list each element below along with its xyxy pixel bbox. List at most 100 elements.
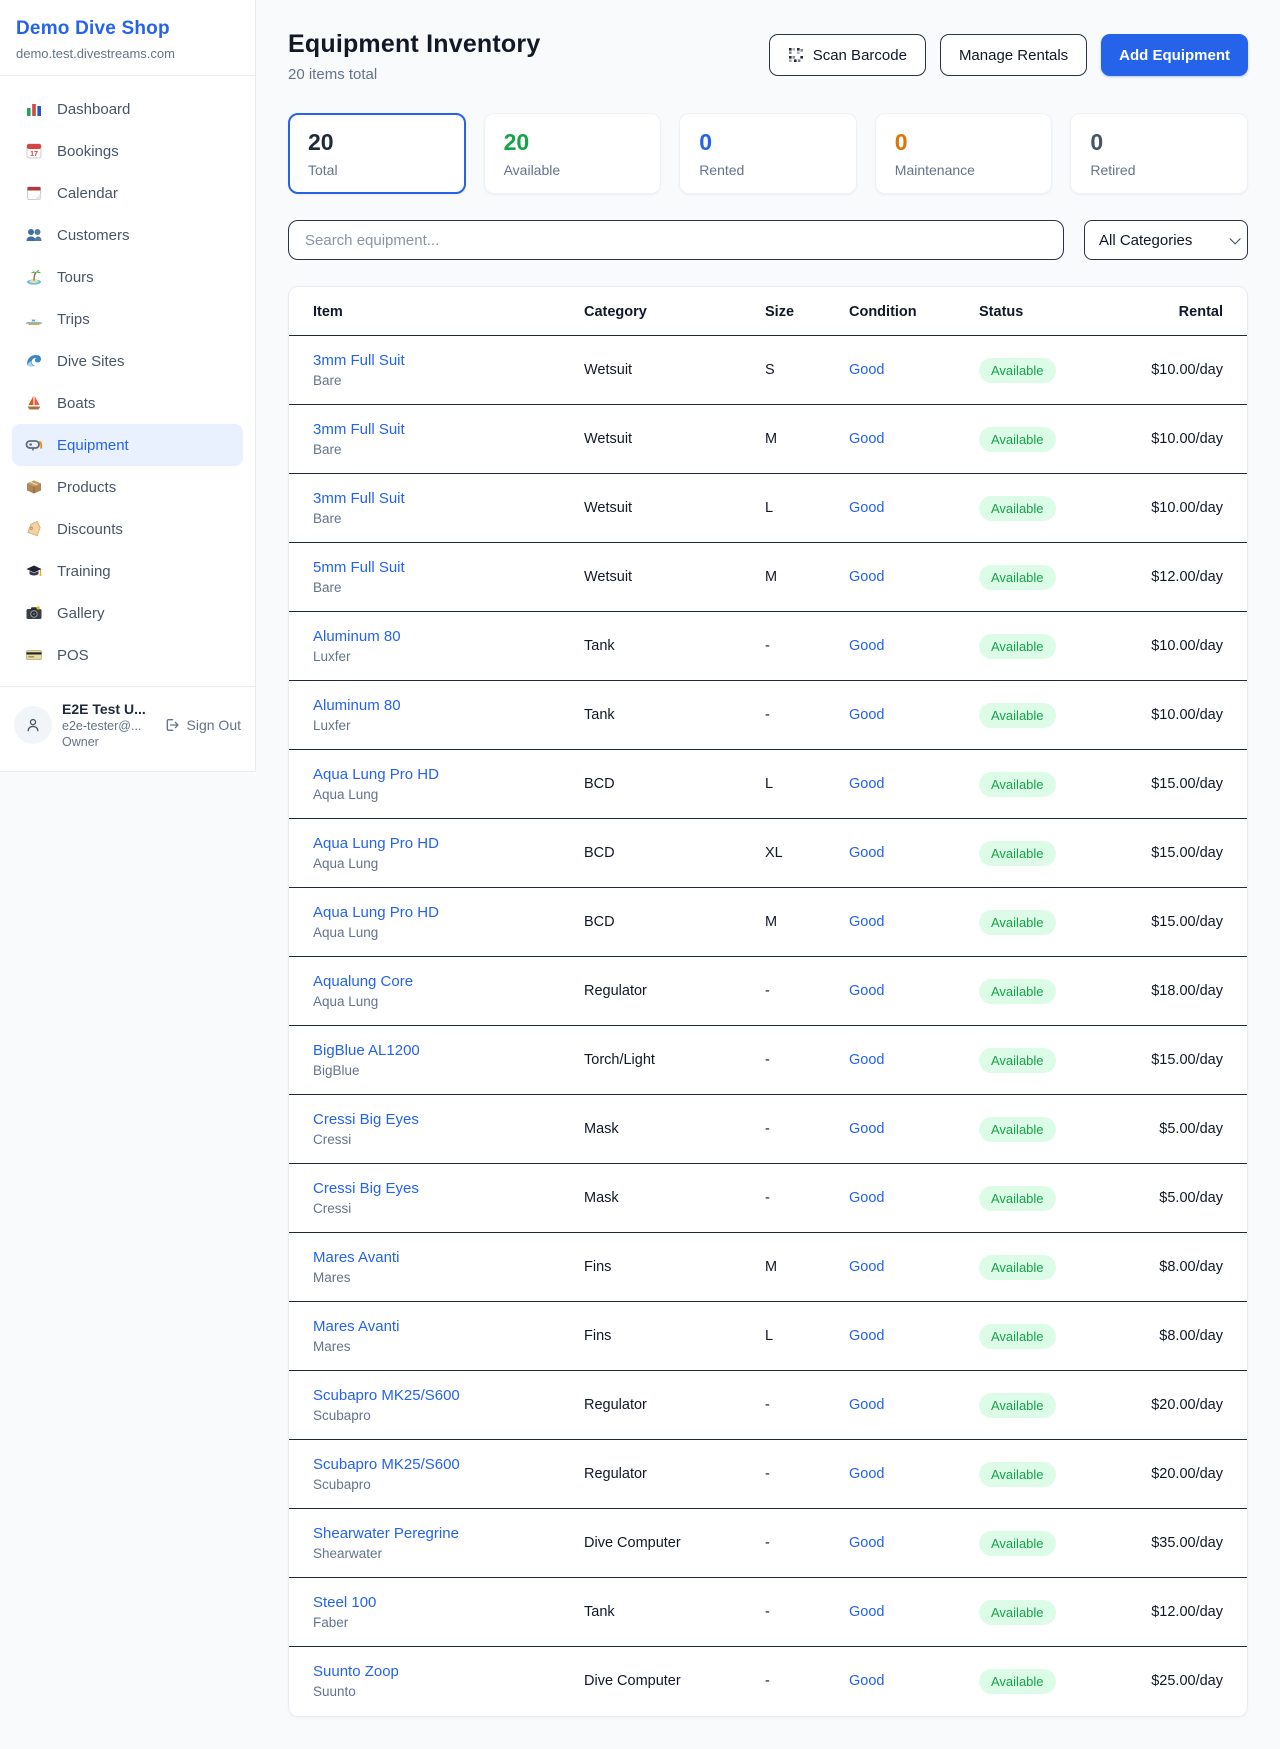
people-icon: [24, 225, 44, 245]
status-badge: Available: [979, 1462, 1056, 1487]
item-condition-link[interactable]: Good: [849, 569, 884, 585]
sidebar-item-dashboard[interactable]: Dashboard: [12, 88, 243, 130]
sidebar-item-equipment[interactable]: Equipment: [12, 424, 243, 466]
item-name-link[interactable]: 3mm Full Suit: [313, 490, 584, 507]
item-condition-link[interactable]: Good: [849, 983, 884, 999]
item-condition-link[interactable]: Good: [849, 1397, 884, 1413]
item-condition-link[interactable]: Good: [849, 845, 884, 861]
add-equipment-label: Add Equipment: [1119, 47, 1230, 64]
item-name-link[interactable]: Mares Avanti: [313, 1318, 584, 1335]
item-rental-rate: $8.00/day: [1129, 1302, 1247, 1371]
item-condition-link[interactable]: Good: [849, 362, 884, 378]
item-name-link[interactable]: Mares Avanti: [313, 1249, 584, 1266]
item-name-link[interactable]: 3mm Full Suit: [313, 421, 584, 438]
column-header-category: Category: [584, 287, 765, 336]
table-row: Aqualung Core Aqua Lung Regulator - Good…: [289, 957, 1247, 1026]
item-name-link[interactable]: Shearwater Peregrine: [313, 1525, 584, 1542]
sidebar-item-gallery[interactable]: Gallery: [12, 592, 243, 634]
item-condition-link[interactable]: Good: [849, 1052, 884, 1068]
sidebar-item-dive-sites[interactable]: Dive Sites: [12, 340, 243, 382]
item-name-link[interactable]: Suunto Zoop: [313, 1663, 584, 1680]
user-email: e2e-tester@...: [62, 719, 154, 733]
table-row: 3mm Full Suit Bare Wetsuit L Good Availa…: [289, 474, 1247, 543]
sidebar-item-pos[interactable]: POS: [12, 634, 243, 676]
stat-card-retired[interactable]: 0 Retired: [1070, 113, 1248, 194]
sign-out-button[interactable]: Sign Out: [164, 717, 241, 733]
item-name-link[interactable]: Cressi Big Eyes: [313, 1180, 584, 1197]
item-size: -: [765, 1509, 849, 1578]
item-condition-link[interactable]: Good: [849, 707, 884, 723]
item-condition-link[interactable]: Good: [849, 1328, 884, 1344]
table-header-row: Item Category Size Condition Status Rent…: [289, 287, 1247, 336]
item-name-link[interactable]: 5mm Full Suit: [313, 559, 584, 576]
item-name-link[interactable]: Aqualung Core: [313, 973, 584, 990]
sidebar-item-bookings[interactable]: 17 Bookings: [12, 130, 243, 172]
item-condition-link[interactable]: Good: [849, 1466, 884, 1482]
item-category: Tank: [584, 681, 765, 750]
add-equipment-button[interactable]: Add Equipment: [1101, 34, 1248, 76]
brand[interactable]: Demo Dive Shop demo.test.divestreams.com: [0, 0, 255, 75]
item-condition-link[interactable]: Good: [849, 638, 884, 654]
item-brand: Scubapro: [313, 1408, 584, 1423]
item-condition-link[interactable]: Good: [849, 914, 884, 930]
stat-card-available[interactable]: 20 Available: [484, 113, 662, 194]
sidebar-item-customers[interactable]: Customers: [12, 214, 243, 256]
user-name: E2E Test U...: [62, 701, 154, 717]
sidebar-item-trips[interactable]: Trips: [12, 298, 243, 340]
item-condition-link[interactable]: Good: [849, 1673, 884, 1689]
item-condition-link[interactable]: Good: [849, 431, 884, 447]
item-category: Tank: [584, 612, 765, 681]
item-condition-link[interactable]: Good: [849, 776, 884, 792]
sidebar-item-tours[interactable]: Tours: [12, 256, 243, 298]
item-name-link[interactable]: 3mm Full Suit: [313, 352, 584, 369]
status-badge: Available: [979, 910, 1056, 935]
item-condition-link[interactable]: Good: [849, 1535, 884, 1551]
item-name-link[interactable]: Aluminum 80: [313, 697, 584, 714]
item-size: -: [765, 1164, 849, 1233]
sidebar-item-products[interactable]: Products: [12, 466, 243, 508]
item-brand: Bare: [313, 580, 584, 595]
table-row: Suunto Zoop Suunto Dive Computer - Good …: [289, 1647, 1247, 1716]
item-condition-link[interactable]: Good: [849, 1121, 884, 1137]
item-category: Wetsuit: [584, 336, 765, 405]
search-input[interactable]: [288, 220, 1064, 260]
item-condition-link[interactable]: Good: [849, 1604, 884, 1620]
stat-card-total[interactable]: 20 Total: [288, 113, 466, 194]
item-category: Dive Computer: [584, 1647, 765, 1716]
stat-card-maintenance[interactable]: 0 Maintenance: [875, 113, 1053, 194]
item-name-link[interactable]: Aqua Lung Pro HD: [313, 904, 584, 921]
category-select[interactable]: All Categories: [1084, 220, 1248, 260]
item-name-link[interactable]: Cressi Big Eyes: [313, 1111, 584, 1128]
item-category: Dive Computer: [584, 1509, 765, 1578]
item-name-link[interactable]: Aluminum 80: [313, 628, 584, 645]
item-rental-rate: $20.00/day: [1129, 1371, 1247, 1440]
table-row: Scubapro MK25/S600 Scubapro Regulator - …: [289, 1371, 1247, 1440]
stat-value: 0: [895, 129, 1033, 156]
scan-barcode-label: Scan Barcode: [813, 47, 907, 64]
brand-name[interactable]: Demo Dive Shop: [16, 18, 239, 40]
manage-rentals-button[interactable]: Manage Rentals: [940, 34, 1087, 76]
item-condition-link[interactable]: Good: [849, 1259, 884, 1275]
item-name-link[interactable]: Aqua Lung Pro HD: [313, 835, 584, 852]
status-badge: Available: [979, 841, 1056, 866]
item-name-link[interactable]: Aqua Lung Pro HD: [313, 766, 584, 783]
item-name-link[interactable]: Steel 100: [313, 1594, 584, 1611]
item-condition-link[interactable]: Good: [849, 1190, 884, 1206]
sidebar-item-boats[interactable]: Boats: [12, 382, 243, 424]
item-name-link[interactable]: BigBlue AL1200: [313, 1042, 584, 1059]
item-condition-link[interactable]: Good: [849, 500, 884, 516]
table-row: Aluminum 80 Luxfer Tank - Good Available…: [289, 681, 1247, 750]
scan-barcode-button[interactable]: Scan Barcode: [769, 34, 926, 76]
item-category: Regulator: [584, 957, 765, 1026]
item-name-link[interactable]: Scubapro MK25/S600: [313, 1387, 584, 1404]
table-row: Aqua Lung Pro HD Aqua Lung BCD M Good Av…: [289, 888, 1247, 957]
main-content: Equipment Inventory 20 items total Scan …: [256, 0, 1280, 1749]
sidebar-item-calendar[interactable]: Calendar: [12, 172, 243, 214]
status-badge: Available: [979, 979, 1056, 1004]
item-brand: Luxfer: [313, 718, 584, 733]
stat-card-rented[interactable]: 0 Rented: [679, 113, 857, 194]
item-name-link[interactable]: Scubapro MK25/S600: [313, 1456, 584, 1473]
brand-domain: demo.test.divestreams.com: [16, 46, 239, 61]
sidebar-item-training[interactable]: Training: [12, 550, 243, 592]
sidebar-item-discounts[interactable]: Discounts: [12, 508, 243, 550]
